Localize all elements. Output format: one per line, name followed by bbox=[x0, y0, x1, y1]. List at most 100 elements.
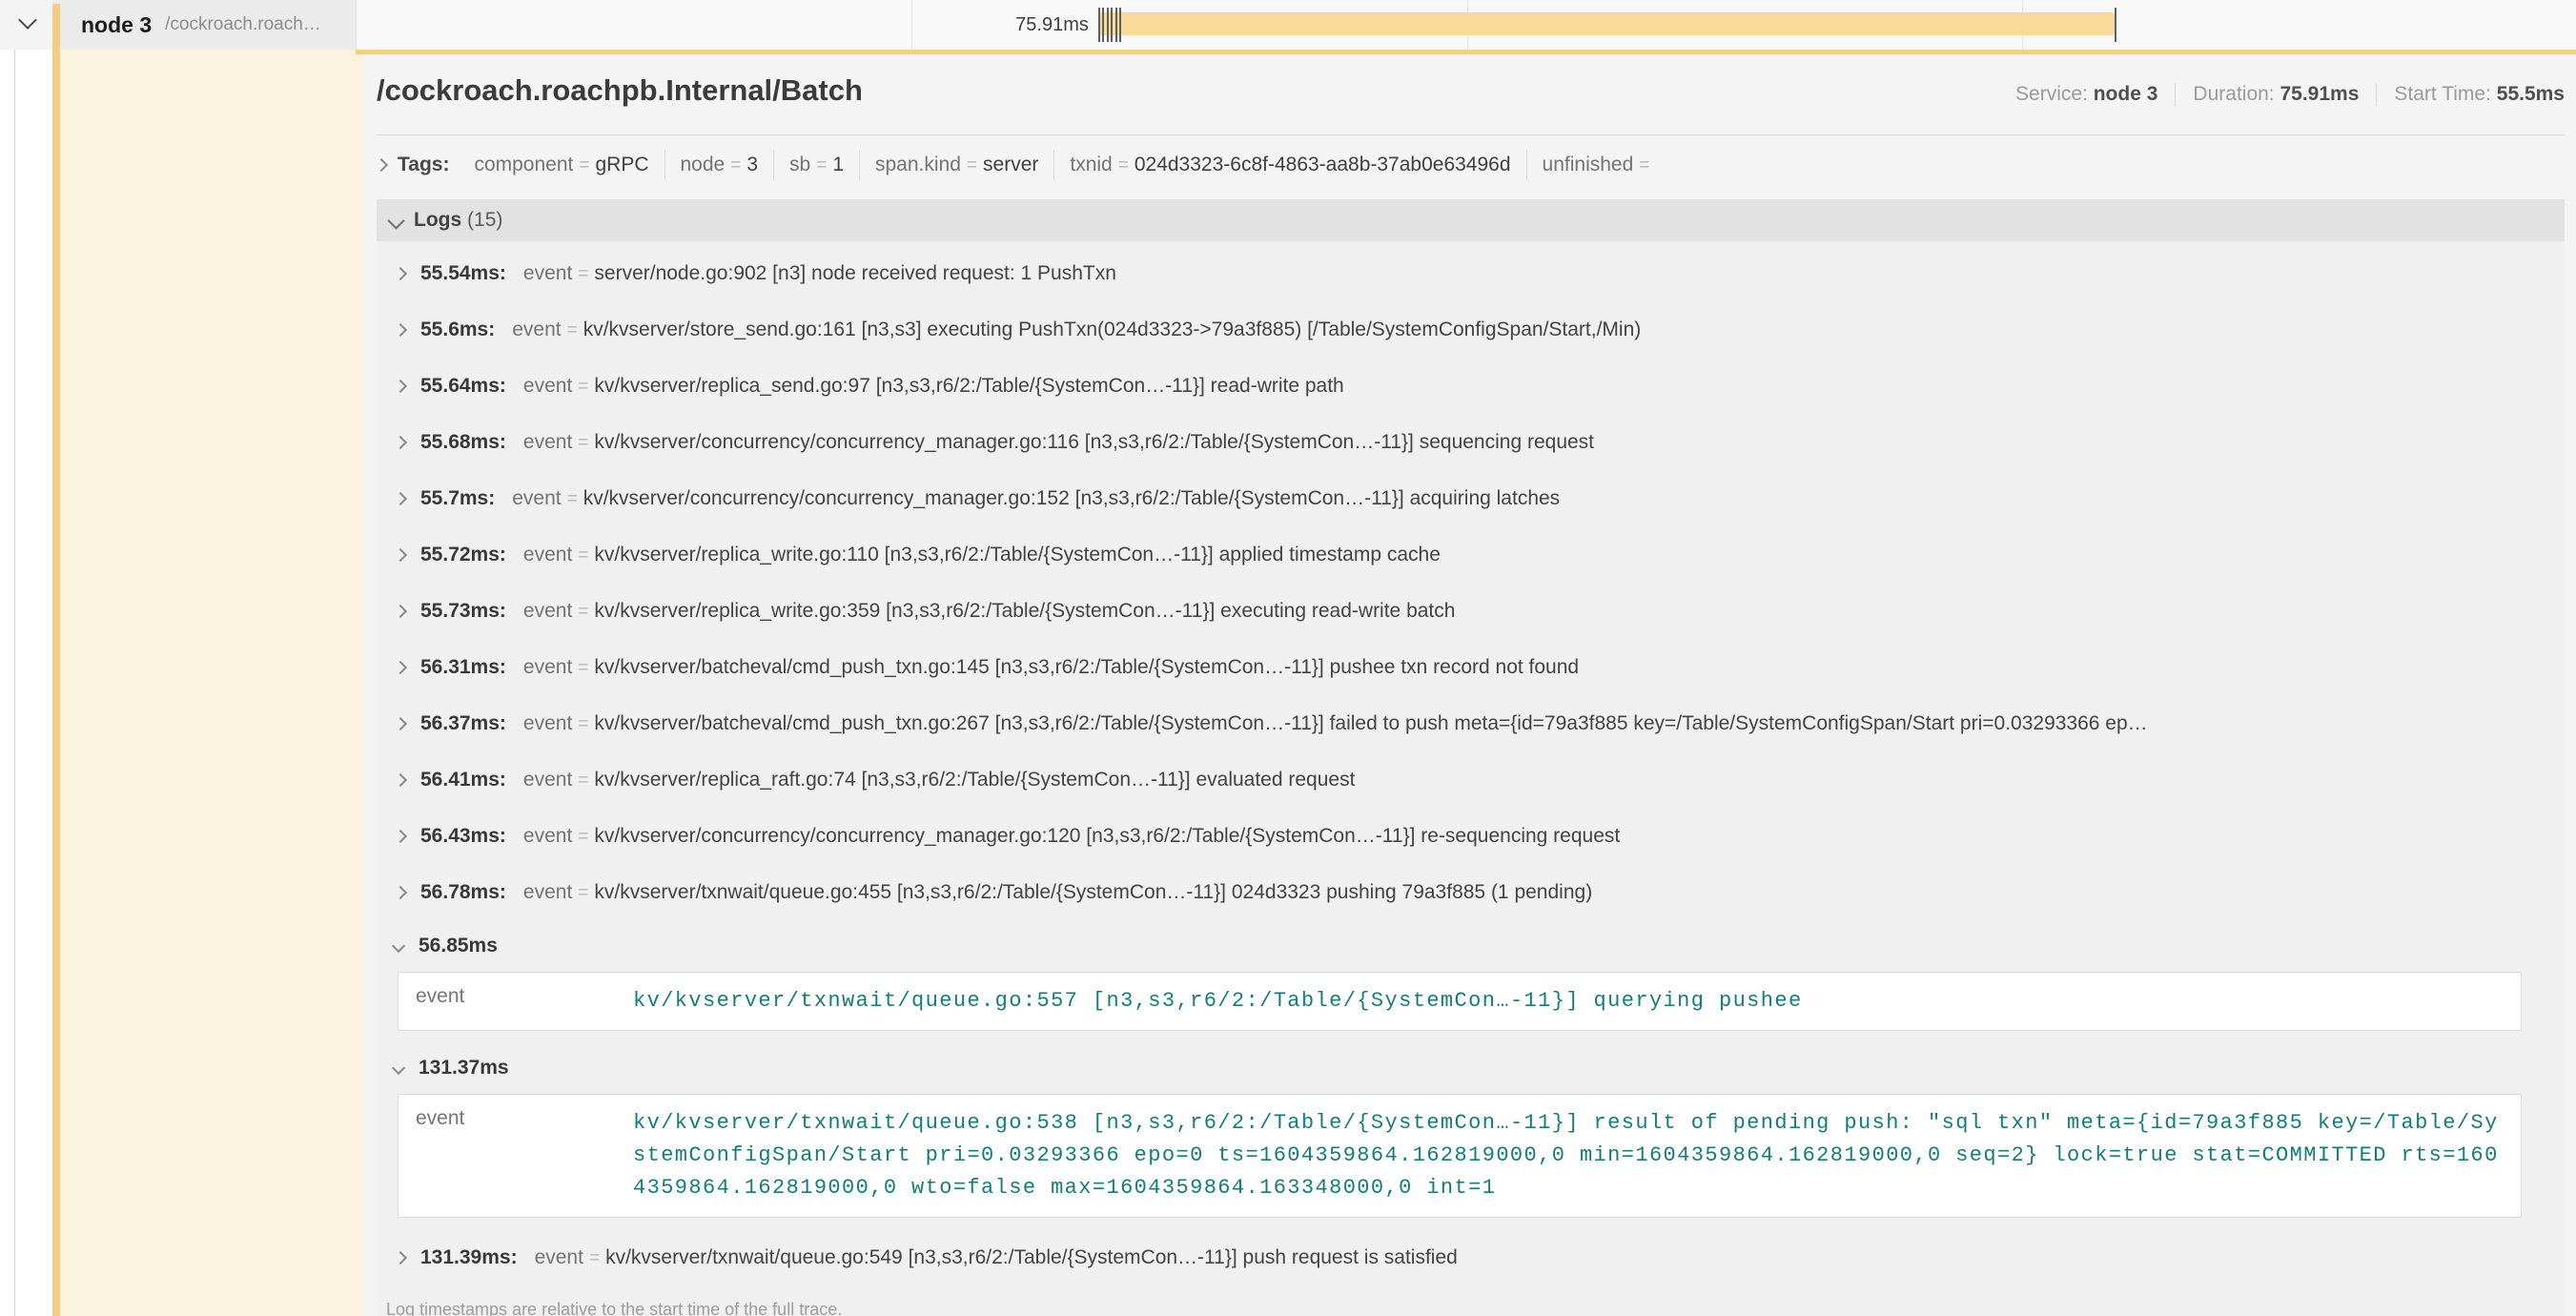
log-message: kv/kvserver/replica_write.go:359 [n3,s3,… bbox=[594, 600, 1455, 622]
log-summary: event=kv/kvserver/replica_write.go:110 [… bbox=[523, 544, 1441, 566]
log-row[interactable]: 56.78ms: event=kv/kvserver/txnwait/queue… bbox=[386, 864, 2565, 920]
logs-footer-note: Log timestamps are relative to the start… bbox=[386, 1289, 2565, 1316]
equals-sign: = bbox=[810, 155, 832, 175]
log-summary: event=kv/kvserver/replica_raft.go:74 [n3… bbox=[523, 769, 1356, 792]
log-row[interactable]: 55.6ms: event=kv/kvserver/store_send.go:… bbox=[386, 301, 2565, 358]
log-message: kv/kvserver/concurrency/concurrency_mana… bbox=[594, 825, 1620, 847]
log-timestamp: 55.68ms: bbox=[420, 431, 506, 454]
log-timestamp: 56.41ms: bbox=[420, 769, 506, 792]
equals-sign: = bbox=[572, 827, 594, 847]
log-row-expanded-header[interactable]: 131.37ms bbox=[386, 1042, 2565, 1094]
chevron-right-icon bbox=[394, 491, 407, 504]
log-row[interactable]: 56.31ms: event=kv/kvserver/batcheval/cmd… bbox=[386, 639, 2565, 695]
chevron-down-icon bbox=[387, 212, 404, 229]
equals-sign: = bbox=[725, 155, 746, 175]
span-timeline[interactable]: 75.91ms bbox=[356, 0, 2576, 50]
logs-header[interactable]: Logs (15) bbox=[377, 199, 2565, 241]
log-message: server/node.go:902 [n3] node received re… bbox=[594, 262, 1116, 284]
log-row[interactable]: 131.39ms: event=kv/kvserver/txnwait/queu… bbox=[386, 1229, 2565, 1285]
log-summary: event=kv/kvserver/store_send.go:161 [n3,… bbox=[512, 319, 1641, 341]
tags-list: component=gRPC node=3 sb=1 span.kind=ser… bbox=[459, 150, 1670, 180]
equals-sign: = bbox=[572, 377, 594, 397]
log-summary: event=server/node.go:902 [n3] node recei… bbox=[523, 262, 1116, 285]
tag-value: 3 bbox=[746, 154, 758, 175]
log-marker-tick bbox=[1107, 8, 1109, 42]
tag-item[interactable]: unfinished= bbox=[1527, 150, 1671, 180]
chevron-down-icon bbox=[392, 1061, 405, 1075]
operation-name: /cockroach.roach… bbox=[165, 14, 321, 35]
tag-key: span.kind bbox=[875, 154, 961, 175]
equals-sign: = bbox=[583, 1248, 605, 1268]
chevron-right-icon bbox=[394, 604, 407, 617]
log-field-key: event bbox=[523, 375, 572, 397]
log-row[interactable]: 55.72ms: event=kv/kvserver/replica_write… bbox=[386, 526, 2565, 583]
log-row[interactable]: 55.54ms: event=server/node.go:902 [n3] n… bbox=[386, 245, 2565, 301]
log-row[interactable]: 56.43ms: event=kv/kvserver/concurrency/c… bbox=[386, 808, 2565, 864]
logs-count: (15) bbox=[467, 209, 502, 231]
log-row-expanded-header[interactable]: 56.85ms bbox=[386, 920, 2565, 972]
chevron-right-icon bbox=[394, 829, 407, 842]
log-row[interactable]: 55.73ms: event=kv/kvserver/replica_write… bbox=[386, 583, 2565, 639]
tag-key: unfinished bbox=[1543, 154, 1634, 175]
tag-item[interactable]: sb=1 bbox=[774, 150, 860, 180]
log-summary: event=kv/kvserver/concurrency/concurrenc… bbox=[523, 431, 1594, 454]
log-timestamp: 55.64ms: bbox=[420, 375, 506, 398]
log-marker-tick bbox=[1119, 8, 1121, 42]
log-field-key: event bbox=[535, 1246, 583, 1268]
service-name: node 3 bbox=[81, 12, 152, 38]
log-row-expanded: 131.37ms event kv/kvserver/txnwait/queue… bbox=[386, 1042, 2565, 1218]
chevron-right-icon bbox=[394, 435, 407, 448]
tag-value: gRPC bbox=[595, 154, 648, 175]
equals-sign: = bbox=[572, 658, 594, 678]
meta-value: 55.5ms bbox=[2497, 83, 2565, 105]
tag-key: sb bbox=[789, 154, 810, 175]
log-field-key: event bbox=[523, 825, 572, 847]
log-row[interactable]: 56.41ms: event=kv/kvserver/replica_raft.… bbox=[386, 751, 2565, 808]
log-row[interactable]: 55.64ms: event=kv/kvserver/replica_send.… bbox=[386, 358, 2565, 414]
log-summary: event=kv/kvserver/replica_write.go:359 [… bbox=[523, 600, 1456, 623]
log-field-value: kv/kvserver/txnwait/queue.go:557 [n3,s3,… bbox=[633, 985, 2521, 1018]
equals-sign: = bbox=[562, 489, 583, 509]
trace-span-detail-page: node 3 /cockroach.roach… 75.91ms /cockro… bbox=[0, 0, 2576, 1316]
tags-toggle-row[interactable]: Tags: component=gRPC node=3 sb=1 span.ki… bbox=[377, 135, 2565, 195]
collapse-children-button[interactable] bbox=[21, 13, 44, 36]
log-field-key: event bbox=[523, 600, 572, 622]
log-summary: event=kv/kvserver/txnwait/queue.go:549 [… bbox=[535, 1246, 1458, 1269]
log-row[interactable]: 55.7ms: event=kv/kvserver/concurrency/co… bbox=[386, 470, 2565, 526]
log-field-key: event bbox=[523, 881, 572, 903]
log-summary: event=kv/kvserver/concurrency/concurrenc… bbox=[512, 487, 1560, 510]
log-message: kv/kvserver/store_send.go:161 [n3,s3] ex… bbox=[583, 319, 1642, 340]
tag-item[interactable]: span.kind=server bbox=[860, 150, 1054, 180]
log-row[interactable]: 55.68ms: event=kv/kvserver/concurrency/c… bbox=[386, 414, 2565, 470]
chevron-right-icon bbox=[394, 322, 407, 336]
logs-body: 55.54ms: event=server/node.go:902 [n3] n… bbox=[377, 241, 2565, 1316]
logs-title: Logs (15) bbox=[414, 209, 502, 232]
log-timestamp: 56.85ms bbox=[419, 935, 498, 957]
chevron-right-icon bbox=[394, 885, 407, 898]
log-timestamp: 55.7ms: bbox=[420, 487, 495, 510]
span-duration-bar[interactable] bbox=[1098, 12, 2115, 35]
log-field-key: event bbox=[523, 769, 572, 791]
chevron-down-icon bbox=[18, 10, 37, 30]
span-name-cell[interactable]: node 3 /cockroach.roach… bbox=[52, 0, 356, 50]
log-timestamp: 55.6ms: bbox=[420, 319, 495, 341]
chevron-down-icon bbox=[392, 939, 405, 953]
log-detail-table: event kv/kvserver/txnwait/queue.go:538 [… bbox=[398, 1094, 2522, 1218]
equals-sign: = bbox=[1113, 155, 1135, 175]
log-summary: event=kv/kvserver/concurrency/concurrenc… bbox=[523, 825, 1620, 848]
chevron-right-icon bbox=[394, 716, 407, 730]
equals-sign: = bbox=[572, 433, 594, 453]
log-message: kv/kvserver/replica_send.go:97 [n3,s3,r6… bbox=[594, 375, 1343, 397]
log-message: kv/kvserver/replica_raft.go:74 [n3,s3,r6… bbox=[594, 769, 1355, 791]
log-row[interactable]: 56.37ms: event=kv/kvserver/batcheval/cmd… bbox=[386, 695, 2565, 751]
log-marker-tick bbox=[1115, 8, 1117, 42]
tag-item[interactable]: component=gRPC bbox=[459, 150, 664, 180]
log-field-value: kv/kvserver/txnwait/queue.go:538 [n3,s3,… bbox=[633, 1107, 2521, 1204]
log-field-key: event bbox=[523, 544, 572, 565]
log-message: kv/kvserver/txnwait/queue.go:455 [n3,s3,… bbox=[594, 881, 1592, 903]
tag-key: node bbox=[681, 154, 726, 175]
tag-item[interactable]: node=3 bbox=[665, 150, 775, 180]
log-marker-tick bbox=[1111, 8, 1113, 42]
tag-item[interactable]: txnid=024d3323-6c8f-4863-aa8b-37ab0e6349… bbox=[1054, 150, 1526, 180]
equals-sign: = bbox=[961, 155, 983, 175]
